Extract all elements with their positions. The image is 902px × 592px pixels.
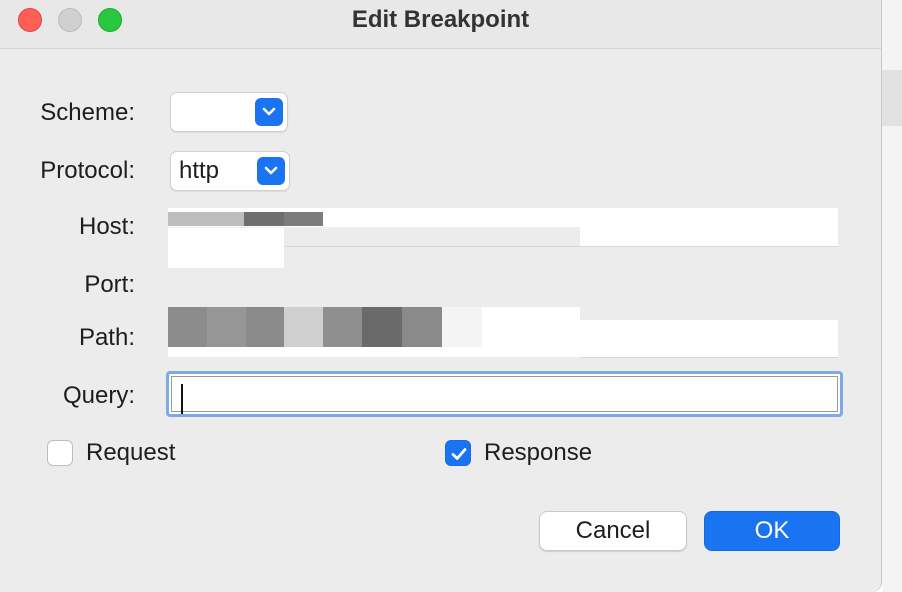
- text-caret: [181, 384, 183, 414]
- protocol-popup[interactable]: http: [170, 151, 290, 191]
- checkmark-icon: [451, 448, 467, 460]
- query-input[interactable]: [166, 371, 843, 417]
- title-bar: Edit Breakpoint: [0, 0, 881, 49]
- response-checkbox-label[interactable]: Response: [484, 439, 592, 467]
- chevron-down-icon: [257, 157, 285, 185]
- path-label: Path:: [78, 324, 135, 351]
- response-checkbox[interactable]: [445, 440, 471, 466]
- scheme-popup[interactable]: [170, 92, 288, 132]
- host-input-overflow: [168, 228, 284, 268]
- window-title: Edit Breakpoint: [351, 6, 530, 33]
- query-label: Query:: [62, 382, 135, 409]
- background-window-edge: [882, 0, 902, 592]
- port-label: Port:: [84, 271, 135, 298]
- path-input[interactable]: [168, 307, 580, 357]
- ok-button[interactable]: OK: [704, 511, 840, 551]
- host-label: Host:: [78, 213, 135, 240]
- protocol-value: http: [179, 157, 220, 184]
- scheme-label: Scheme:: [40, 99, 135, 126]
- protocol-label: Protocol:: [40, 157, 135, 184]
- cancel-button[interactable]: Cancel: [539, 511, 687, 551]
- edit-breakpoint-dialog: Edit Breakpoint Scheme: Protocol: http H…: [0, 0, 882, 592]
- request-checkbox[interactable]: [47, 440, 73, 466]
- request-checkbox-label[interactable]: Request: [86, 439, 175, 467]
- path-input-rest[interactable]: [580, 320, 838, 358]
- chevron-down-icon: [255, 98, 283, 126]
